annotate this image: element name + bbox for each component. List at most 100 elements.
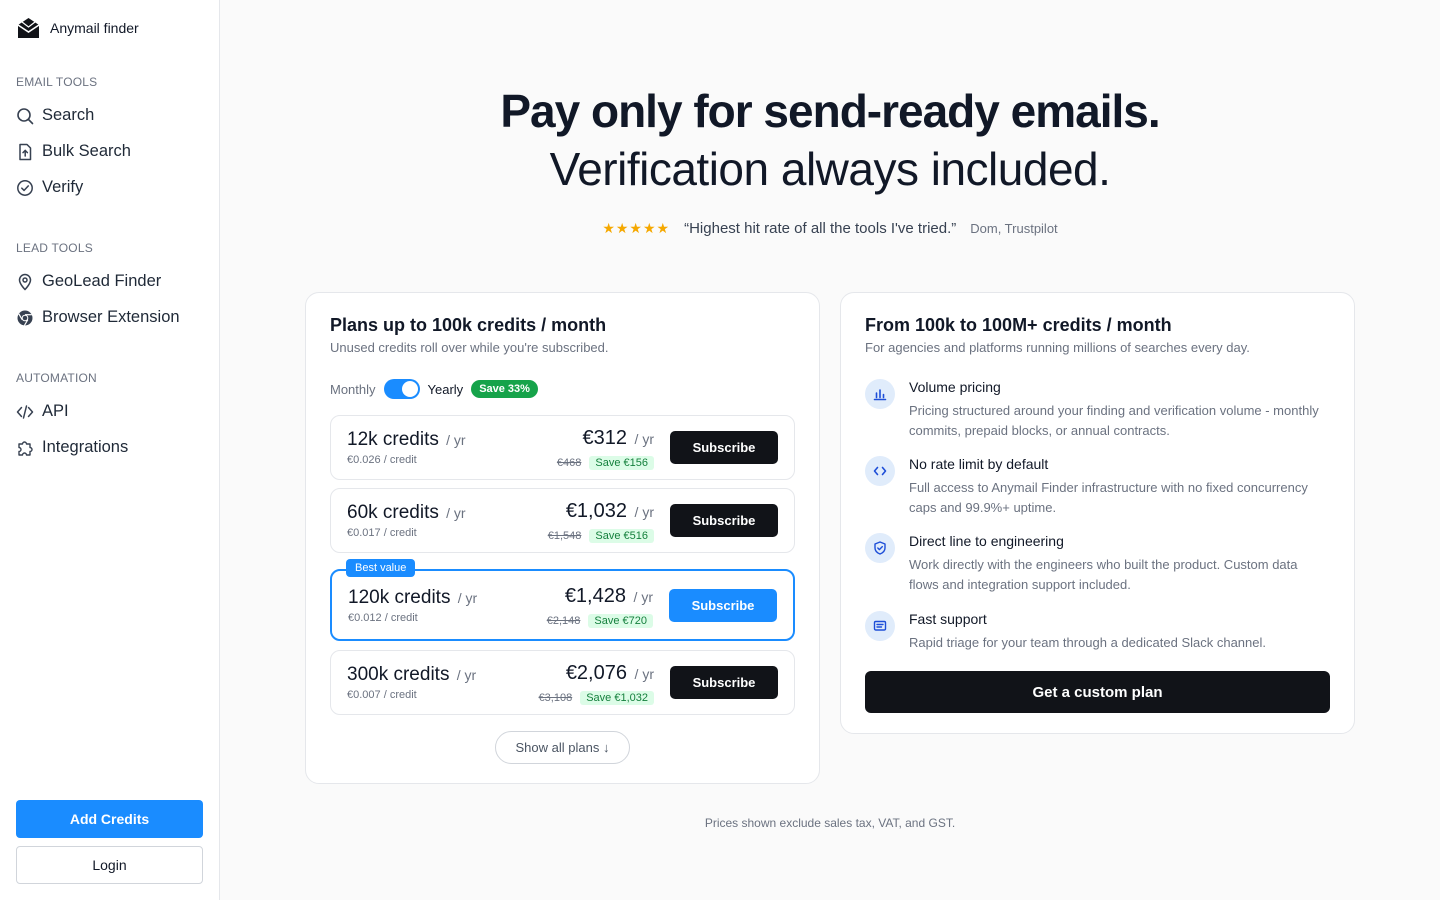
- brand-name: Anymail finder: [50, 20, 139, 36]
- search-icon: [17, 107, 34, 124]
- save-badge: Save 33%: [471, 380, 538, 398]
- sidebar-item-geolead-finder[interactable]: GeoLead Finder: [16, 272, 161, 291]
- testimonial: ★★★★★ “Highest hit rate of all the tools…: [220, 220, 1440, 237]
- subscribe-button[interactable]: Subscribe: [670, 431, 778, 464]
- billing-period-switch: Monthly Yearly Save 33%: [330, 379, 538, 399]
- plans-card: Plans up to 100k credits / month Unused …: [305, 292, 820, 784]
- billing-toggle[interactable]: [383, 379, 420, 399]
- puzzle-icon: [18, 440, 33, 456]
- plan-old-price: €2,148: [546, 615, 581, 627]
- sidebar-item-label: Browser Extension: [42, 308, 180, 326]
- sidebar-item-search[interactable]: Search: [16, 106, 94, 125]
- subscribe-button[interactable]: Subscribe: [670, 666, 778, 699]
- plan-savings: €2,148 Save €720: [547, 614, 653, 628]
- add-credits-button[interactable]: Add Credits: [16, 800, 203, 838]
- plan-period: / yr: [457, 590, 478, 606]
- feature-description: Work directly with the engineers who bui…: [909, 557, 1298, 592]
- plan-save-badge: Save €516: [589, 529, 654, 543]
- plan-row-best-value: Best value 120k credits / yr €0.012 / cr…: [330, 559, 795, 641]
- brand[interactable]: Anymail finder: [16, 16, 139, 40]
- feature-description: Pricing structured around your finding a…: [909, 403, 1319, 438]
- plan-row: 60k credits / yr €0.017 / credit €1,032 …: [330, 488, 795, 553]
- plan-old-price: €3,108: [538, 692, 573, 704]
- sidebar-item-api[interactable]: API: [16, 402, 69, 421]
- section-label-email-tools: EMAIL TOOLS: [16, 75, 98, 89]
- testimonial-author: Dom, Trustpilot: [970, 221, 1058, 236]
- map-pin-icon: [18, 273, 32, 291]
- custom-plan-card: From 100k to 100M+ credits / month For a…: [840, 292, 1355, 734]
- plan-period: / yr: [446, 505, 466, 521]
- subscribe-button[interactable]: Subscribe: [670, 504, 778, 537]
- sidebar-item-label: Verify: [42, 178, 84, 196]
- plan-period: / yr: [446, 432, 466, 448]
- plan-save-badge: Save €156: [589, 456, 654, 470]
- feature-description: Rapid triage for your team through a ded…: [909, 635, 1266, 650]
- plan-credits-amount: 60k credits: [347, 502, 439, 523]
- feature-description: Full access to Anymail Finder infrastruc…: [909, 480, 1308, 515]
- sidebar-item-bulk-search[interactable]: Bulk Search: [16, 142, 131, 161]
- monthly-label[interactable]: Monthly: [330, 382, 376, 397]
- sidebar-item-integrations[interactable]: Integrations: [16, 438, 128, 457]
- yearly-label[interactable]: Yearly: [428, 382, 464, 397]
- feature-title: Fast support: [909, 611, 987, 627]
- plan-row: 12k credits / yr €0.026 / credit €312 / …: [330, 415, 795, 480]
- plan-row: 300k credits / yr €0.007 / credit €2,076…: [330, 650, 795, 715]
- login-button[interactable]: Login: [16, 846, 203, 884]
- plan-price: €1,428 / yr: [565, 585, 653, 608]
- plans-card-title: Plans up to 100k credits / month: [330, 315, 607, 335]
- feature-title: Volume pricing: [909, 379, 1001, 395]
- plan-price-amount: €1,032: [565, 500, 627, 522]
- hero-headline: Pay only for send-ready emails.: [500, 85, 1160, 137]
- custom-card-subtitle: For agencies and platforms running milli…: [865, 340, 1250, 355]
- plan-savings: €1,548 Save €516: [548, 529, 654, 543]
- plan-price: €1,032 / yr: [566, 500, 654, 523]
- pricing-footnote: Prices shown exclude sales tax, VAT, and…: [704, 816, 956, 830]
- plan-price-period: / yr: [634, 504, 654, 520]
- main-content: Pay only for send-ready emails. Verifica…: [220, 0, 1440, 900]
- plan-credits: 300k credits / yr: [347, 664, 476, 686]
- plan-per-credit: €0.017 / credit: [347, 527, 417, 539]
- plan-credits: 12k credits / yr: [347, 429, 466, 451]
- message-icon: [865, 611, 895, 641]
- plan-price-amount: €1,428: [564, 585, 626, 607]
- section-label-lead-tools: LEAD TOOLS: [16, 241, 93, 255]
- envelope-logo-icon: [17, 18, 40, 38]
- sidebar: Anymail finder EMAIL TOOLS Search Bulk S…: [0, 0, 220, 900]
- sidebar-item-browser-extension[interactable]: Browser Extension: [16, 308, 180, 327]
- get-custom-plan-button[interactable]: Get a custom plan: [865, 671, 1330, 713]
- plan-price-amount: €312: [582, 427, 627, 449]
- rating-stars-icon: ★★★★★: [602, 220, 671, 236]
- section-label-automation: AUTOMATION: [16, 371, 97, 385]
- sidebar-item-label: GeoLead Finder: [42, 272, 162, 290]
- chrome-icon: [17, 310, 33, 326]
- shield-check-icon: [865, 533, 895, 563]
- plan-savings: €468 Save €156: [557, 456, 654, 470]
- plan-old-price: €468: [556, 457, 582, 469]
- feature-title: Direct line to engineering: [909, 533, 1064, 549]
- sidebar-item-label: Bulk Search: [42, 142, 131, 160]
- custom-card-title: From 100k to 100M+ credits / month: [865, 315, 1172, 335]
- subscribe-button[interactable]: Subscribe: [669, 589, 777, 622]
- feature-title: No rate limit by default: [909, 456, 1049, 472]
- plan-old-price: €1,548: [547, 530, 582, 542]
- plan-price-period: / yr: [633, 589, 653, 605]
- plan-credits-amount: 12k credits: [347, 429, 439, 450]
- plan-credits-amount: 300k credits: [347, 664, 450, 685]
- bar-chart-icon: [865, 379, 895, 409]
- sidebar-item-label: API: [42, 402, 69, 420]
- plan-price: €312 / yr: [582, 427, 654, 450]
- plan-price: €2,076 / yr: [566, 662, 654, 685]
- plan-per-credit: €0.007 / credit: [347, 689, 417, 701]
- check-circle-icon: [17, 179, 33, 196]
- plan-per-credit: €0.012 / credit: [348, 612, 418, 624]
- sidebar-item-label: Integrations: [42, 438, 129, 456]
- plan-price-period: / yr: [634, 431, 654, 447]
- plan-savings: €3,108 Save €1,032: [539, 691, 654, 705]
- code-icon: [865, 456, 895, 486]
- sidebar-item-verify[interactable]: Verify: [16, 178, 83, 197]
- plans-card-subtitle: Unused credits roll over while you're su…: [330, 340, 609, 355]
- plan-save-badge: Save €1,032: [580, 691, 654, 705]
- plan-credits: 60k credits / yr: [347, 502, 466, 524]
- hero-subheadline: Verification always included.: [549, 143, 1111, 195]
- show-all-plans-button[interactable]: Show all plans ↓: [495, 731, 630, 764]
